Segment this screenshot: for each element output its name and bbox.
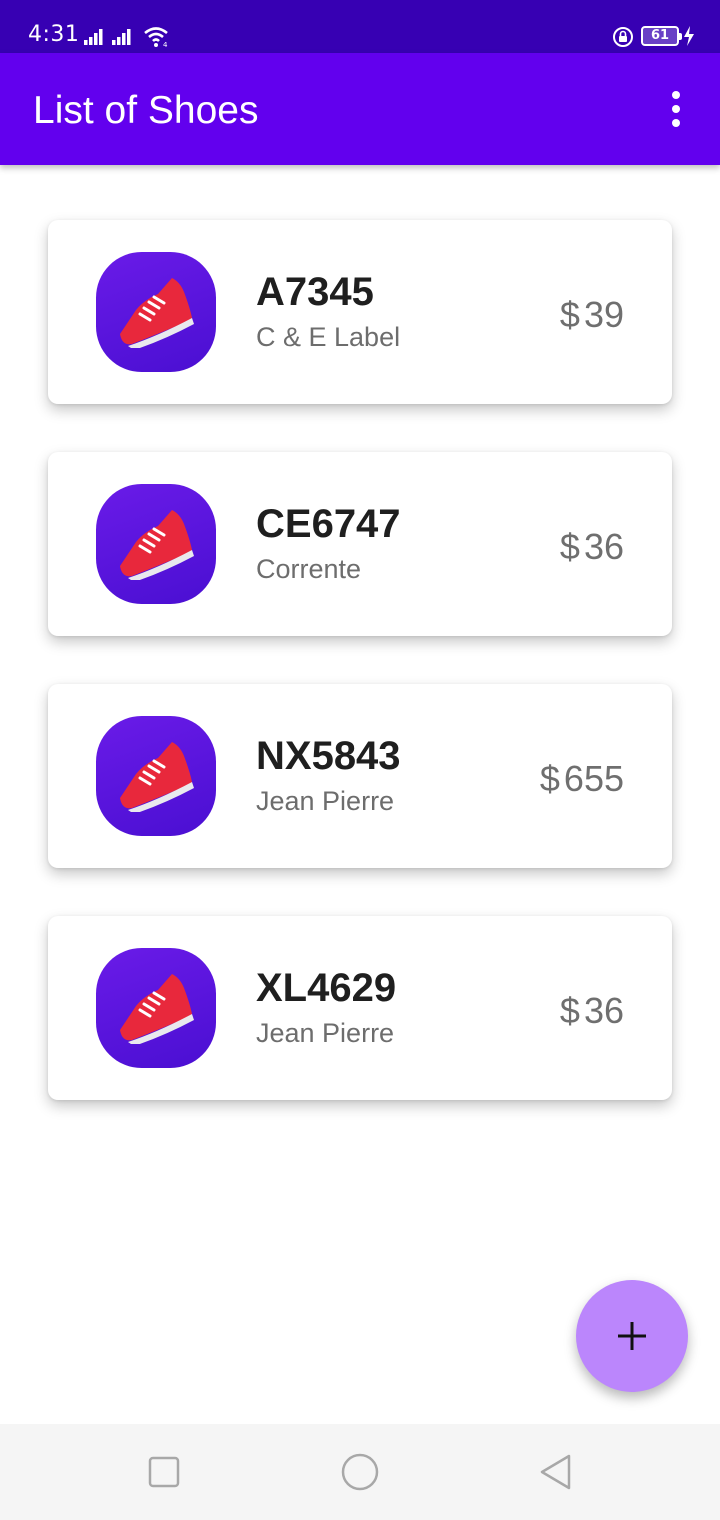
signal-icon (112, 27, 134, 50)
home-circle-icon[interactable] (340, 1452, 380, 1492)
app-bar: List of Shoes (0, 53, 720, 165)
shoe-card[interactable]: XL4629 Jean Pierre $36 (48, 916, 672, 1100)
list-item[interactable]: A7345 C & E Label $39 (24, 198, 696, 430)
screen: 4:31 4 61 List of Shoes A7345 C & E Labe… (0, 0, 720, 1520)
shoe-card[interactable]: CE6747 Corrente $36 (48, 452, 672, 636)
price-value: 655 (563, 758, 624, 799)
battery-icon: 61 (641, 26, 682, 46)
list-item[interactable]: XL4629 Jean Pierre $36 (24, 894, 696, 1126)
shoe-icon (96, 716, 216, 836)
shoe-code: NX5843 (256, 734, 401, 778)
shoe-price: $36 (560, 526, 624, 568)
currency-symbol: $ (559, 294, 580, 335)
shoe-price: $39 (560, 294, 624, 336)
lock-rotation-icon (612, 26, 634, 53)
list-item[interactable]: CE6747 Corrente $36 (24, 430, 696, 662)
charging-icon (683, 26, 695, 51)
shoe-code: XL4629 (256, 966, 397, 1010)
currency-symbol: $ (559, 990, 580, 1031)
navigation-bar (0, 1424, 720, 1520)
price-value: 39 (583, 294, 624, 335)
shoe-code: CE6747 (256, 502, 401, 546)
recents-square-icon[interactable] (144, 1452, 184, 1492)
shoe-icon (96, 948, 216, 1068)
shoe-brand: C & E Label (256, 322, 401, 352)
list-item[interactable]: NX5843 Jean Pierre $655 (24, 662, 696, 894)
shoe-card[interactable]: A7345 C & E Label $39 (48, 220, 672, 404)
shoe-icon (96, 484, 216, 604)
shoe-icon (96, 252, 216, 372)
add-icon (618, 1322, 646, 1350)
status-time: 4:31 (28, 22, 80, 47)
status-bar: 4:31 4 61 (0, 0, 720, 53)
back-triangle-icon[interactable] (536, 1452, 576, 1492)
shoe-card[interactable]: NX5843 Jean Pierre $655 (48, 684, 672, 868)
page-title: List of Shoes (33, 89, 259, 132)
price-value: 36 (583, 526, 624, 567)
svg-text:4: 4 (163, 41, 168, 48)
shoe-price: $36 (560, 990, 624, 1032)
currency-symbol: $ (539, 758, 560, 799)
add-shoe-button[interactable] (576, 1280, 688, 1392)
price-value: 36 (583, 990, 624, 1031)
shoe-brand: Corrente (256, 554, 362, 584)
more-vert-icon[interactable] (660, 89, 692, 129)
signal-icon (84, 27, 106, 50)
currency-symbol: $ (559, 526, 580, 567)
wifi-icon: 4 (143, 26, 171, 53)
shoe-price: $655 (540, 758, 624, 800)
shoe-brand: Jean Pierre (256, 786, 395, 816)
shoe-code: A7345 (256, 270, 374, 314)
shoe-brand: Jean Pierre (256, 1018, 395, 1048)
